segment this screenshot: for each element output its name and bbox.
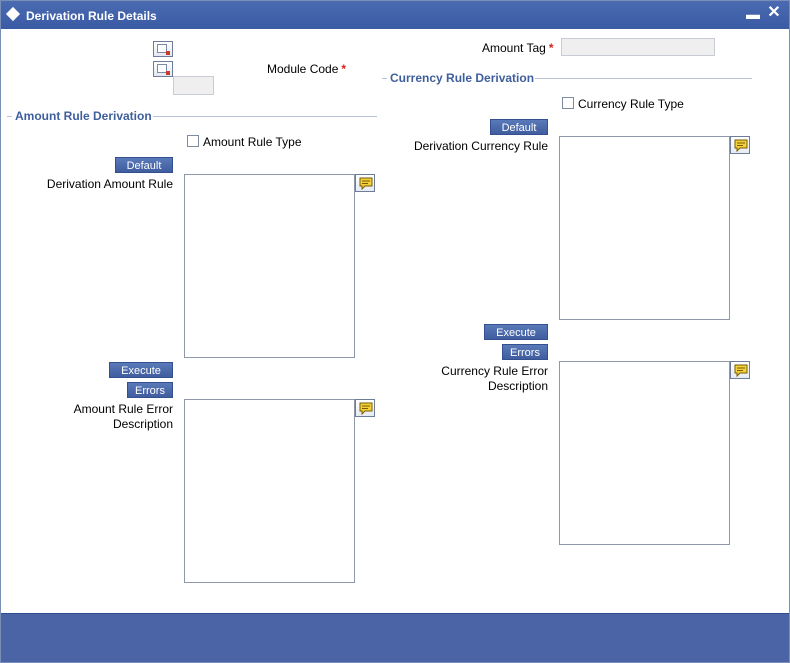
derivation-amount-rule-textarea[interactable]	[184, 174, 355, 358]
document-icon-button-2[interactable]	[153, 61, 173, 77]
window-title: Derivation Rule Details	[26, 9, 157, 23]
comment-bubble-icon	[734, 139, 748, 152]
comment-button[interactable]	[730, 136, 750, 154]
currency-default-button[interactable]: Default	[490, 119, 548, 135]
comment-button[interactable]	[730, 361, 750, 379]
amount-errors-button[interactable]: Errors	[127, 382, 173, 398]
currency-rule-error-label-line2: Description	[487, 379, 548, 393]
amount-rule-type-checkbox[interactable]	[187, 135, 199, 147]
currency-rule-type-checkbox[interactable]	[562, 97, 574, 109]
currency-rule-type-label: Currency Rule Type	[578, 97, 684, 111]
module-code-label: Module Code *	[267, 62, 347, 76]
amount-rule-error-textarea[interactable]	[184, 399, 355, 583]
title-bar[interactable]: Derivation Rule Details ▬ ✕	[1, 1, 789, 29]
derivation-rule-window: Derivation Rule Details ▬ ✕ Module Code *…	[0, 0, 790, 663]
amount-default-button[interactable]: Default	[115, 157, 173, 173]
comment-bubble-icon	[734, 364, 748, 377]
required-mark: *	[548, 41, 554, 55]
amount-rule-error-label-line2: Description	[112, 417, 173, 431]
amount-rule-type-label: Amount Rule Type	[203, 135, 302, 149]
currency-section-title: Currency Rule Derivation	[387, 71, 538, 85]
derivation-amount-rule-label: Derivation Amount Rule	[46, 177, 173, 191]
amount-execute-button[interactable]: Execute	[109, 362, 173, 378]
required-mark: *	[341, 62, 347, 76]
currency-rule-error-textarea[interactable]	[559, 361, 730, 545]
section-line	[153, 116, 377, 117]
document-icon-mark	[166, 51, 170, 55]
comment-bubble-icon	[359, 177, 373, 190]
currency-rule-error-label-line1: Currency Rule Error	[441, 364, 548, 378]
comment-button[interactable]	[355, 174, 375, 192]
close-button[interactable]: ✕	[766, 4, 782, 22]
currency-execute-button[interactable]: Execute	[484, 324, 548, 340]
document-icon-button[interactable]	[153, 41, 173, 57]
amount-section-title: Amount Rule Derivation	[12, 109, 155, 123]
section-line	[535, 78, 752, 79]
minimize-button[interactable]: ▬	[746, 6, 760, 22]
diamond-icon	[5, 6, 21, 22]
footer-bar	[1, 613, 789, 662]
amount-tag-input[interactable]	[561, 38, 715, 56]
amount-rule-error-label-line1: Amount Rule Error	[73, 402, 173, 416]
amount-tag-label: Amount Tag *	[482, 41, 554, 55]
small-input-field[interactable]	[173, 76, 214, 95]
currency-errors-button[interactable]: Errors	[502, 344, 548, 360]
comment-bubble-icon	[359, 402, 373, 415]
derivation-currency-rule-textarea[interactable]	[559, 136, 730, 320]
comment-button[interactable]	[355, 399, 375, 417]
derivation-currency-rule-label: Derivation Currency Rule	[413, 139, 548, 153]
document-icon-mark	[166, 71, 170, 75]
